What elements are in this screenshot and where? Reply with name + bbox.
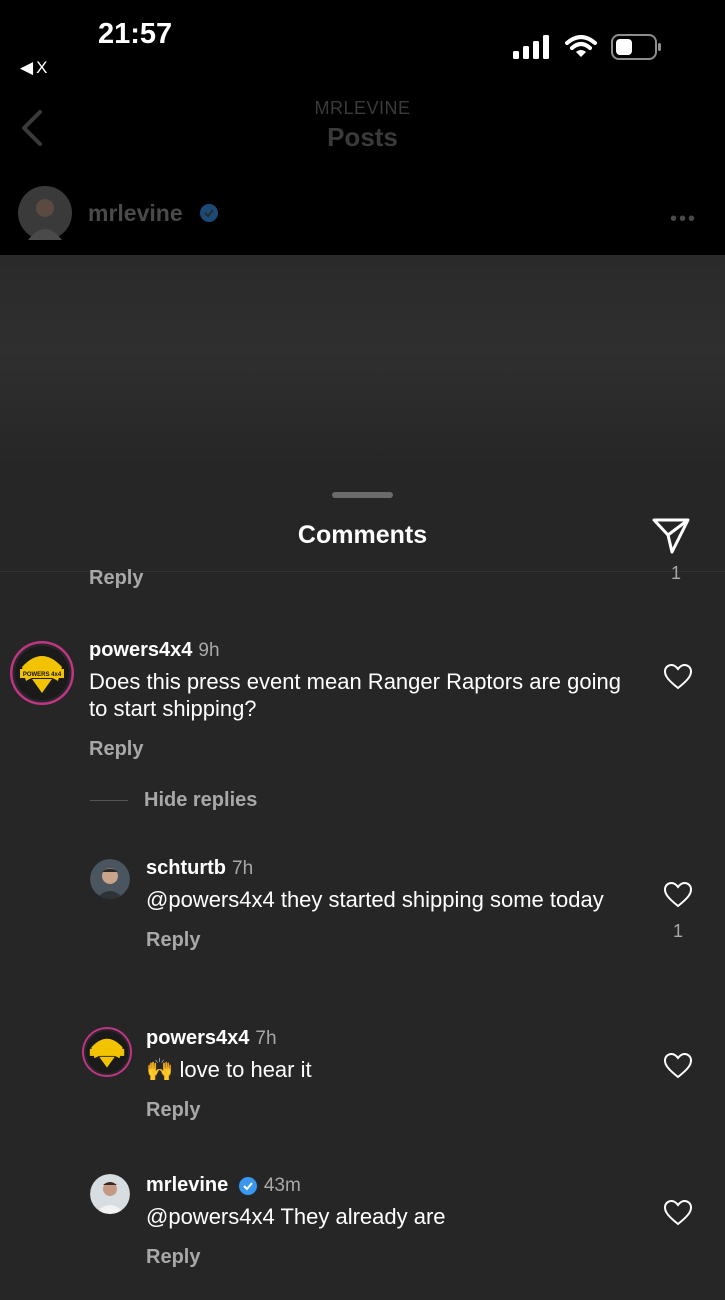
comment-time: 9h xyxy=(198,640,220,661)
post-author-avatar[interactable] xyxy=(18,186,72,240)
comment-username[interactable]: schturtb xyxy=(146,857,226,879)
comment-time: 43m xyxy=(263,1175,301,1196)
reply-button[interactable]: Reply xyxy=(146,929,626,952)
back-triangle-icon: ◀ xyxy=(20,58,34,77)
battery-icon xyxy=(611,34,661,60)
comment-item: mrlevine 43m @powers4x4 They already are… xyxy=(0,1168,725,1288)
powers4x4-avatar[interactable] xyxy=(82,1027,132,1077)
comment-text: love to hear it xyxy=(179,1057,312,1082)
top-navigation: MRLEVINE Posts mrlevine ••• xyxy=(0,90,725,255)
reply-button[interactable]: Reply xyxy=(146,1099,626,1122)
clipped-like-count: 1 xyxy=(670,563,681,583)
status-icons xyxy=(513,34,663,60)
like-heart-icon[interactable] xyxy=(664,882,692,908)
more-options-icon[interactable]: ••• xyxy=(670,208,697,231)
signal-icon xyxy=(513,35,549,59)
comment-text: Does this press event mean Ranger Raptor… xyxy=(89,669,621,721)
comment-time: 7h xyxy=(255,1028,277,1049)
comment-item: POWERS 4x4 powers4x4 9h Does this press e… xyxy=(0,631,725,771)
comment-username[interactable]: powers4x4 xyxy=(89,639,192,661)
like-heart-icon[interactable] xyxy=(664,1053,692,1079)
powers4x4-avatar[interactable]: POWERS 4x4 xyxy=(10,641,74,705)
comments-sheet: Comments Reply 1 POWERS 4x4 powers4x4 9h … xyxy=(0,471,725,1300)
post-header[interactable]: mrlevine xyxy=(18,186,219,240)
verified-badge-icon xyxy=(238,1176,257,1195)
sheet-grab-handle[interactable] xyxy=(332,492,393,498)
post-username[interactable]: mrlevine xyxy=(88,200,183,227)
nav-title: Posts xyxy=(327,122,398,152)
mrlevine-avatar[interactable] xyxy=(90,1174,130,1214)
hide-replies-line xyxy=(90,800,128,801)
clipped-reply-button[interactable]: Reply xyxy=(89,567,143,590)
share-icon[interactable] xyxy=(651,515,691,555)
verified-badge-icon xyxy=(199,204,218,222)
back-to-app-button[interactable]: ◀ X xyxy=(20,58,47,78)
svg-text:POWERS 4x4: POWERS 4x4 xyxy=(23,672,62,678)
post-image xyxy=(0,255,725,495)
status-bar: 21:57 ◀ X xyxy=(0,0,725,90)
nav-subtitle: MRLEVINE xyxy=(314,98,411,118)
like-heart-icon[interactable] xyxy=(664,664,692,690)
status-time: 21:57 xyxy=(98,18,173,50)
like-heart-icon[interactable] xyxy=(664,1200,692,1226)
comment-item: powers4x4 7h 🙌 love to hear it Reply xyxy=(0,1021,725,1141)
hide-replies-button[interactable]: Hide replies xyxy=(90,789,257,812)
comment-item: schturtb 7h @powers4x4 they started shipp… xyxy=(0,849,725,989)
comment-text: @powers4x4 They already are xyxy=(146,1204,446,1229)
raising-hands-emoji: 🙌 xyxy=(146,1057,174,1082)
comment-text: @powers4x4 they started shipping some to… xyxy=(146,887,604,912)
hide-replies-label[interactable]: Hide replies xyxy=(144,789,257,812)
reply-button[interactable]: Reply xyxy=(146,1246,626,1269)
wifi-icon xyxy=(565,35,597,57)
like-count: 1 xyxy=(672,921,683,941)
comment-time: 7h xyxy=(232,858,254,879)
reply-button[interactable]: Reply xyxy=(89,738,629,761)
back-app-label: X xyxy=(36,58,48,77)
comment-username[interactable]: mrlevine xyxy=(146,1174,228,1196)
comment-username[interactable]: powers4x4 xyxy=(146,1027,249,1049)
comments-title: Comments xyxy=(297,521,428,549)
schturtb-avatar[interactable] xyxy=(90,859,130,899)
